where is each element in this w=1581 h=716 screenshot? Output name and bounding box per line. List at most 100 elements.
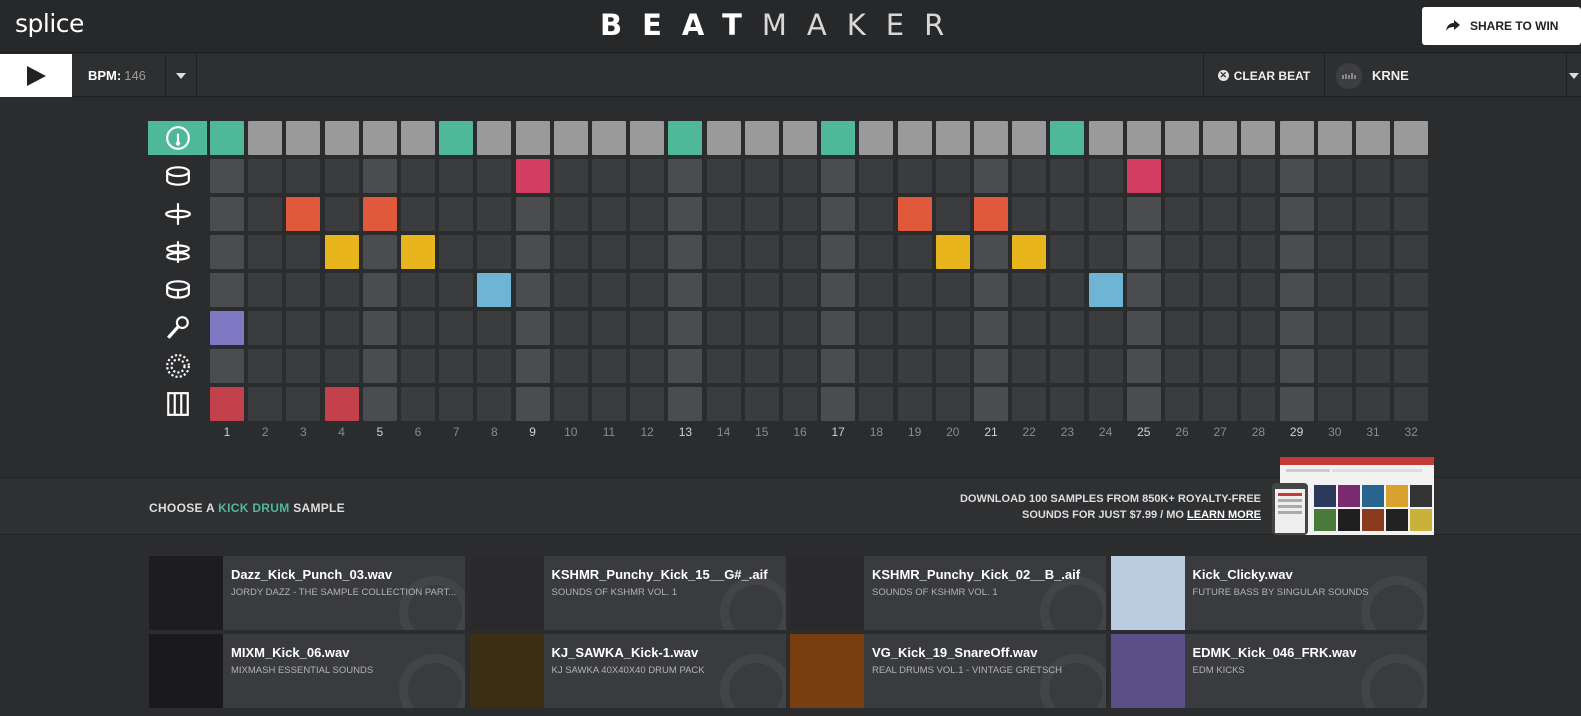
step-cell[interactable] — [553, 387, 588, 421]
step-cell[interactable] — [897, 159, 932, 193]
step-cell[interactable] — [1356, 197, 1390, 231]
step-cell[interactable] — [1317, 121, 1352, 155]
step-cell[interactable] — [1394, 349, 1429, 383]
step-cell[interactable] — [286, 235, 321, 269]
step-cell[interactable] — [401, 311, 435, 345]
step-cell[interactable] — [1012, 349, 1047, 383]
step-cell[interactable] — [668, 197, 703, 231]
step-cell[interactable] — [1241, 387, 1276, 421]
step-cell[interactable] — [248, 349, 283, 383]
step-cell[interactable] — [592, 387, 626, 421]
step-cell[interactable] — [1356, 311, 1390, 345]
step-cell[interactable] — [324, 349, 359, 383]
bpm-display[interactable]: BPM: 146 — [88, 68, 146, 83]
step-cell[interactable] — [1279, 121, 1314, 155]
step-cell[interactable] — [706, 273, 741, 307]
step-cell[interactable] — [439, 235, 474, 269]
step-cell[interactable] — [248, 387, 283, 421]
step-cell[interactable] — [897, 197, 932, 231]
step-cell[interactable] — [744, 273, 779, 307]
step-cell[interactable] — [401, 387, 435, 421]
step-cell[interactable] — [668, 311, 703, 345]
step-cell[interactable] — [1279, 273, 1314, 307]
step-cell[interactable] — [935, 273, 970, 307]
step-cell[interactable] — [744, 121, 779, 155]
instrument-button-snare[interactable] — [148, 159, 207, 193]
step-cell[interactable] — [324, 197, 359, 231]
step-cell[interactable] — [1165, 121, 1199, 155]
step-cell[interactable] — [1203, 197, 1238, 231]
step-cell[interactable] — [1126, 311, 1161, 345]
step-cell[interactable] — [515, 197, 550, 231]
step-cell[interactable] — [974, 121, 1008, 155]
step-cell[interactable] — [1394, 197, 1429, 231]
step-cell[interactable] — [439, 159, 474, 193]
step-cell[interactable] — [897, 273, 932, 307]
step-cell[interactable] — [1394, 311, 1429, 345]
step-cell[interactable] — [1088, 121, 1123, 155]
step-cell[interactable] — [859, 273, 894, 307]
step-cell[interactable] — [515, 387, 550, 421]
step-cell[interactable] — [592, 121, 626, 155]
instrument-button-hihat-closed[interactable] — [148, 197, 207, 231]
step-cell[interactable] — [1165, 387, 1199, 421]
step-cell[interactable] — [1279, 387, 1314, 421]
step-cell[interactable] — [744, 349, 779, 383]
step-cell[interactable] — [1279, 159, 1314, 193]
step-cell[interactable] — [362, 197, 397, 231]
step-cell[interactable] — [1203, 273, 1238, 307]
step-cell[interactable] — [1356, 235, 1390, 269]
step-cell[interactable] — [439, 121, 474, 155]
step-cell[interactable] — [477, 197, 512, 231]
step-cell[interactable] — [935, 311, 970, 345]
step-cell[interactable] — [1050, 349, 1085, 383]
sample-card[interactable]: VG_Kick_19_SnareOff.wav REAL DRUMS VOL.1 … — [790, 634, 1106, 708]
step-cell[interactable] — [1203, 349, 1238, 383]
step-cell[interactable] — [1317, 235, 1352, 269]
step-cell[interactable] — [630, 349, 665, 383]
step-cell[interactable] — [859, 235, 894, 269]
step-cell[interactable] — [401, 349, 435, 383]
step-cell[interactable] — [935, 387, 970, 421]
step-cell[interactable] — [515, 349, 550, 383]
step-cell[interactable] — [362, 387, 397, 421]
step-cell[interactable] — [1356, 273, 1390, 307]
step-cell[interactable] — [1356, 159, 1390, 193]
step-cell[interactable] — [1203, 159, 1238, 193]
step-cell[interactable] — [706, 159, 741, 193]
step-cell[interactable] — [248, 311, 283, 345]
step-cell[interactable] — [515, 159, 550, 193]
step-cell[interactable] — [248, 273, 283, 307]
step-cell[interactable] — [362, 311, 397, 345]
step-cell[interactable] — [592, 159, 626, 193]
step-cell[interactable] — [1394, 159, 1429, 193]
step-cell[interactable] — [477, 159, 512, 193]
step-cell[interactable] — [821, 159, 856, 193]
step-cell[interactable] — [248, 121, 283, 155]
step-cell[interactable] — [783, 197, 817, 231]
step-cell[interactable] — [286, 311, 321, 345]
step-cell[interactable] — [897, 121, 932, 155]
step-cell[interactable] — [439, 273, 474, 307]
step-cell[interactable] — [859, 349, 894, 383]
step-cell[interactable] — [1279, 349, 1314, 383]
step-cell[interactable] — [668, 387, 703, 421]
step-cell[interactable] — [744, 197, 779, 231]
step-cell[interactable] — [401, 197, 435, 231]
step-cell[interactable] — [324, 273, 359, 307]
step-cell[interactable] — [1279, 311, 1314, 345]
step-cell[interactable] — [706, 311, 741, 345]
step-cell[interactable] — [362, 121, 397, 155]
step-cell[interactable] — [1050, 311, 1085, 345]
step-cell[interactable] — [1394, 387, 1429, 421]
step-cell[interactable] — [1012, 159, 1047, 193]
step-cell[interactable] — [286, 159, 321, 193]
step-cell[interactable] — [1394, 273, 1429, 307]
step-cell[interactable] — [668, 159, 703, 193]
step-cell[interactable] — [439, 197, 474, 231]
step-cell[interactable] — [1165, 197, 1199, 231]
step-cell[interactable] — [630, 273, 665, 307]
step-cell[interactable] — [1126, 235, 1161, 269]
step-cell[interactable] — [592, 235, 626, 269]
step-cell[interactable] — [744, 235, 779, 269]
